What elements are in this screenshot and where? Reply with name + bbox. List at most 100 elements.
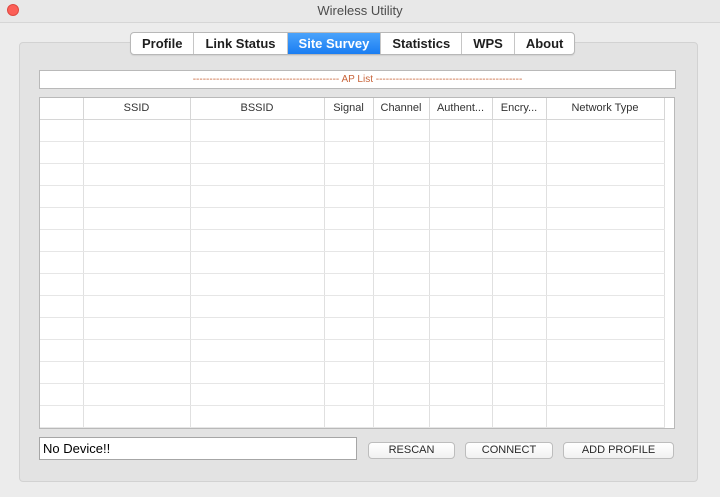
tab-profile[interactable]: Profile [131, 33, 195, 54]
table-cell [190, 295, 325, 318]
table-cell [83, 339, 191, 362]
table-cell [429, 383, 493, 406]
table-cell [40, 295, 84, 318]
table-cell [492, 405, 547, 428]
table-cell [546, 119, 665, 142]
table-cell [429, 339, 493, 362]
tab-wps[interactable]: WPS [462, 33, 515, 54]
table-cell [83, 361, 191, 384]
table-cell [190, 339, 325, 362]
table-cell [492, 295, 547, 318]
column-header-authentication[interactable]: Authent... [429, 98, 493, 120]
table-row[interactable] [40, 141, 665, 164]
add-profile-button[interactable]: ADD PROFILE [563, 442, 674, 459]
table-cell [373, 141, 430, 164]
column-header-encryption[interactable]: Encry... [492, 98, 547, 120]
table-cell [429, 207, 493, 230]
table-cell [492, 383, 547, 406]
table-cell [492, 229, 547, 252]
table-cell [83, 251, 191, 274]
table-cell [546, 273, 665, 296]
table-row[interactable] [40, 251, 665, 274]
table-cell [373, 339, 430, 362]
ap-list-table[interactable]: SSID BSSID Signal Channel Authent... Enc… [39, 97, 675, 429]
rescan-button[interactable]: RESCAN [368, 442, 455, 459]
table-cell [190, 163, 325, 186]
table-cell [83, 141, 191, 164]
table-cell [190, 405, 325, 428]
table-cell [373, 361, 430, 384]
table-cell [83, 273, 191, 296]
table-cell [546, 361, 665, 384]
table-cell [190, 207, 325, 230]
table-body [40, 119, 665, 428]
table-row[interactable] [40, 405, 665, 428]
table-row[interactable] [40, 361, 665, 384]
table-cell [373, 185, 430, 208]
table-row[interactable] [40, 339, 665, 362]
table-row[interactable] [40, 229, 665, 252]
table-cell [83, 163, 191, 186]
table-cell [190, 141, 325, 164]
table-row[interactable] [40, 295, 665, 318]
table-cell [492, 119, 547, 142]
table-cell [324, 361, 374, 384]
table-cell [546, 251, 665, 274]
table-cell [324, 295, 374, 318]
table-cell [190, 383, 325, 406]
table-cell [492, 185, 547, 208]
table-cell [40, 405, 84, 428]
table-row[interactable] [40, 119, 665, 142]
column-header-bssid[interactable]: BSSID [190, 98, 325, 120]
tab-bar: Profile Link Status Site Survey Statisti… [130, 32, 576, 55]
column-header-signal[interactable]: Signal [324, 98, 374, 120]
table-cell [546, 207, 665, 230]
table-cell [492, 251, 547, 274]
table-cell [40, 251, 84, 274]
tab-site-survey[interactable]: Site Survey [287, 33, 382, 54]
table-cell [83, 295, 191, 318]
table-cell [40, 119, 84, 142]
table-cell [190, 273, 325, 296]
table-cell [83, 207, 191, 230]
device-status-field[interactable]: No Device!! [39, 437, 357, 460]
tab-statistics[interactable]: Statistics [381, 33, 463, 54]
table-cell [546, 163, 665, 186]
table-row[interactable] [40, 163, 665, 186]
column-header-index[interactable] [40, 98, 84, 120]
table-cell [83, 405, 191, 428]
column-header-ssid[interactable]: SSID [83, 98, 191, 120]
table-cell [373, 207, 430, 230]
column-header-channel[interactable]: Channel [373, 98, 430, 120]
table-cell [373, 405, 430, 428]
table-cell [429, 163, 493, 186]
table-cell [324, 163, 374, 186]
table-cell [546, 317, 665, 340]
table-cell [324, 317, 374, 340]
table-cell [373, 163, 430, 186]
tab-link-status[interactable]: Link Status [194, 33, 288, 54]
table-cell [40, 273, 84, 296]
table-cell [190, 361, 325, 384]
table-cell [40, 163, 84, 186]
table-cell [83, 317, 191, 340]
column-header-network-type[interactable]: Network Type [546, 98, 665, 120]
table-cell [324, 339, 374, 362]
connect-button[interactable]: CONNECT [465, 442, 553, 459]
table-row[interactable] [40, 273, 665, 296]
tab-about[interactable]: About [515, 33, 575, 54]
table-cell [546, 339, 665, 362]
table-cell [373, 317, 430, 340]
table-cell [429, 251, 493, 274]
window-title: Wireless Utility [317, 3, 403, 18]
table-cell [429, 273, 493, 296]
table-cell [546, 295, 665, 318]
table-cell [546, 229, 665, 252]
table-row[interactable] [40, 185, 665, 208]
table-cell [373, 295, 430, 318]
table-cell [324, 251, 374, 274]
table-row[interactable] [40, 317, 665, 340]
table-cell [429, 317, 493, 340]
table-row[interactable] [40, 383, 665, 406]
table-row[interactable] [40, 207, 665, 230]
